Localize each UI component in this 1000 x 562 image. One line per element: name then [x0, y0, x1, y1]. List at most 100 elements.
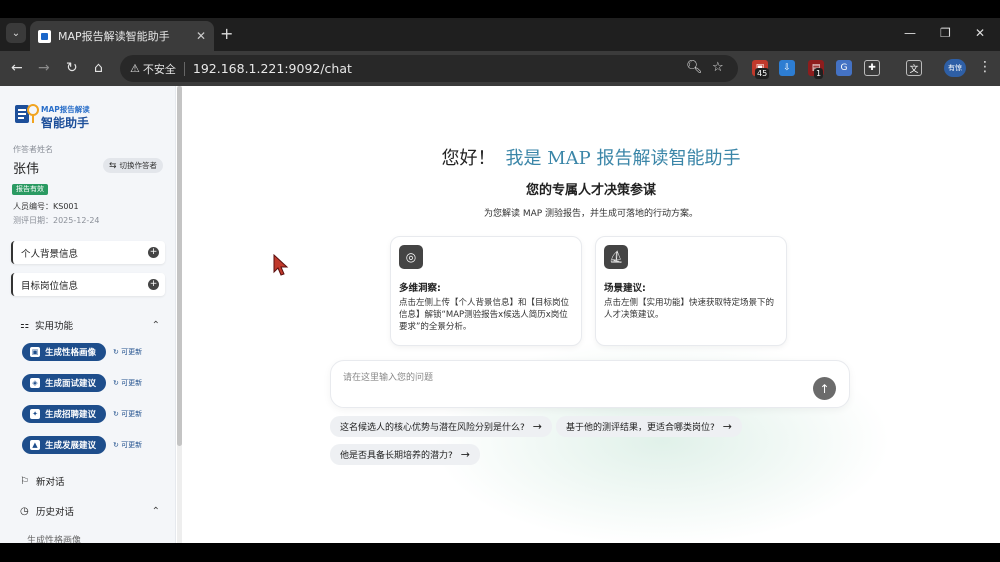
- chevron-up-icon: ⌃: [151, 319, 160, 331]
- refresh-label: 可更新: [121, 379, 143, 387]
- target-info-label: 目标岗位信息: [21, 280, 79, 292]
- assistant-name: 我是 MAP 报告解读智能助手: [505, 148, 741, 169]
- flag-icon: ⚐: [20, 475, 29, 487]
- personal-info-section[interactable]: 个人背景信息 +: [11, 241, 165, 264]
- function-label: 生成招聘建议: [45, 410, 97, 420]
- logo-title: 智能助手: [41, 116, 90, 130]
- new-tab-button[interactable]: +: [220, 24, 233, 44]
- web-page: MAP报告解读 智能助手 作答者姓名 张伟 ⇆ 切换作答者 报告有效 人员编号：…: [0, 86, 1000, 543]
- extension-badge: 1: [814, 68, 824, 79]
- swap-icon: ⇆: [109, 160, 117, 171]
- new-chat-label: 新对话: [36, 477, 65, 488]
- send-button[interactable]: ↑: [813, 377, 836, 400]
- test-date-label: 测评日期：: [13, 216, 53, 225]
- history-item[interactable]: 生成性格画像: [27, 533, 81, 543]
- status-badge: 报告有效: [12, 184, 48, 195]
- arrow-right-icon: →: [532, 420, 542, 433]
- test-date: 测评日期：2025-12-24: [13, 215, 100, 226]
- window-close-icon[interactable]: ✕: [975, 26, 985, 40]
- logo-mark-icon: [15, 104, 39, 123]
- feature-card-scenario: ⛵︎ 场景建议: 点击左侧【实用功能】快速获取特定场景下的人才决策建议。: [595, 236, 787, 346]
- card-title: 场景建议:: [604, 283, 646, 294]
- switch-author-label: 切换作答者: [119, 161, 158, 170]
- personal-info-label: 个人背景信息: [21, 248, 79, 260]
- forward-icon[interactable]: →: [38, 59, 50, 77]
- grid-icon: ⚏: [20, 319, 29, 331]
- functions-title: 实用功能: [34, 321, 73, 332]
- target-info-section[interactable]: 目标岗位信息 +: [11, 273, 165, 296]
- chat-input-box: ↑: [330, 360, 850, 408]
- tab-search-chevron-icon[interactable]: ⌄: [6, 23, 26, 43]
- zoom-icon[interactable]: 🔍︎: [686, 60, 703, 75]
- card-title: 多维洞察:: [399, 283, 441, 294]
- menu-kebab-icon[interactable]: ⋮: [978, 59, 992, 75]
- suggestion-chip[interactable]: 他是否具备长期培养的潜力? →: [330, 444, 480, 465]
- refresh-label: 可更新: [121, 441, 143, 449]
- generate-interview-button[interactable]: ◈ 生成面试建议: [22, 374, 106, 392]
- suggestion-text: 基于他的测评结果，更适合哪类岗位?: [566, 423, 715, 433]
- feature-card-insight: ◎ 多维洞察: 点击左侧上传【个人背景信息】和【目标岗位信息】解锁“MAP测验报…: [390, 236, 582, 346]
- functions-header[interactable]: ⚏ 实用功能 ⌃: [20, 318, 160, 333]
- omnibox-divider: [183, 61, 185, 76]
- welcome-description: 为您解读 MAP 测验报告，并生成可落地的行动方案。: [483, 209, 699, 219]
- plus-icon[interactable]: +: [148, 247, 159, 258]
- arrow-right-icon: →: [460, 448, 470, 461]
- minimize-icon[interactable]: —: [904, 26, 916, 40]
- person-id: 人员编号：KS001: [13, 201, 79, 212]
- refresh-link[interactable]: ↻ 可更新: [113, 440, 142, 450]
- suggestion-chip[interactable]: 基于他的测评结果，更适合哪类岗位? →: [556, 416, 742, 437]
- bookmark-star-icon[interactable]: ☆: [712, 60, 724, 75]
- recruit-icon: ✦: [30, 409, 40, 419]
- person-id-label: 人员编号：: [13, 202, 53, 211]
- function-label: 生成性格画像: [45, 348, 97, 358]
- download-extension-icon[interactable]: ⇩: [779, 60, 795, 76]
- refresh-link[interactable]: ↻ 可更新: [113, 347, 142, 357]
- warning-icon: ⚠: [130, 62, 140, 75]
- suggestion-text: 他是否具备长期培养的潜力?: [340, 451, 453, 461]
- test-date-value: 2025-12-24: [53, 216, 100, 225]
- chat-main: 您好！ 我是 MAP 报告解读智能助手 您的专属人才决策参谋 为您解读 MAP 测…: [182, 86, 1000, 543]
- interview-icon: ◈: [30, 378, 40, 388]
- app-logo: MAP报告解读 智能助手: [14, 102, 104, 130]
- insight-icon: ◎: [399, 245, 423, 269]
- new-chat-link[interactable]: ⚐ 新对话: [20, 474, 160, 489]
- mouse-cursor-icon: [273, 254, 289, 276]
- arrow-right-icon: →: [722, 420, 732, 433]
- generate-personality-button[interactable]: ▣ 生成性格画像: [22, 343, 106, 361]
- tab-close-icon[interactable]: ✕: [196, 29, 206, 43]
- chevron-up-icon: ⌃: [151, 505, 160, 517]
- address-bar[interactable]: ⚠ 不安全 192.168.1.221:9092/chat 🔍︎ ☆: [120, 55, 738, 82]
- browser-tab[interactable]: MAP报告解读智能助手 ✕: [30, 21, 214, 51]
- switch-author-button[interactable]: ⇆ 切换作答者: [103, 158, 164, 173]
- reload-icon[interactable]: ↻: [66, 59, 78, 77]
- translate-extension-icon[interactable]: G: [836, 60, 852, 76]
- profile-avatar[interactable]: 有惊: [944, 59, 966, 77]
- extensions-puzzle-icon[interactable]: ✚: [864, 60, 880, 76]
- refresh-link[interactable]: ↻ 可更新: [113, 378, 142, 388]
- function-label: 生成发展建议: [45, 441, 97, 451]
- extension-badge: 45: [755, 68, 770, 79]
- restore-icon[interactable]: ❐: [940, 26, 951, 40]
- welcome-heading: 您好！ 我是 MAP 报告解读智能助手: [182, 144, 1000, 170]
- chat-input[interactable]: [343, 370, 783, 386]
- card-description: 点击左侧【实用功能】快速获取特定场景下的人才决策建议。: [604, 298, 775, 320]
- back-icon[interactable]: ←: [11, 59, 23, 77]
- security-indicator[interactable]: ⚠ 不安全: [130, 61, 176, 77]
- refresh-link[interactable]: ↻ 可更新: [113, 409, 142, 419]
- generate-recruit-button[interactable]: ✦ 生成招聘建议: [22, 405, 106, 423]
- home-icon[interactable]: ⌂: [94, 59, 103, 77]
- card-description: 点击左侧上传【个人背景信息】和【目标岗位信息】解锁“MAP测验报告x候选人简历x…: [399, 298, 570, 332]
- suggestion-chip[interactable]: 这名候选人的核心优势与潜在风险分别是什么? →: [330, 416, 552, 437]
- url-text[interactable]: 192.168.1.221:9092/chat: [193, 61, 352, 76]
- generate-development-button[interactable]: ▲ 生成发展建议: [22, 436, 106, 454]
- translate-icon[interactable]: 文: [906, 60, 922, 76]
- greeting: 您好！: [441, 148, 496, 169]
- author-label: 作答者姓名: [13, 145, 53, 154]
- plus-icon[interactable]: +: [148, 279, 159, 290]
- history-header[interactable]: ◷ 历史对话 ⌃: [20, 504, 160, 519]
- person-id-value: KS001: [53, 202, 79, 211]
- clock-icon: ◷: [20, 505, 29, 517]
- screen: ⌄ MAP报告解读智能助手 ✕ + — ❐ ✕ ← → ↻ ⌂ ⚠ 不安全 19…: [0, 0, 1000, 562]
- refresh-label: 可更新: [121, 410, 143, 418]
- sidebar: MAP报告解读 智能助手 作答者姓名 张伟 ⇆ 切换作答者 报告有效 人员编号：…: [0, 86, 176, 543]
